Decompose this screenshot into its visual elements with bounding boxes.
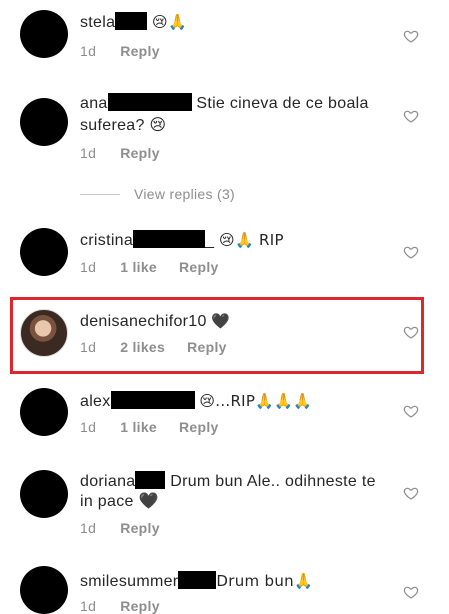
- comment-line: alex 😢...RIP🙏🙏🙏: [80, 391, 400, 412]
- comment-line: denisanechifor10 🖤: [80, 311, 400, 332]
- reply-button[interactable]: Reply: [120, 145, 160, 161]
- comment-line: doriana Drum bun Ale.. odihneste te: [80, 471, 400, 492]
- username-suffix: _: [205, 232, 215, 249]
- comment-username[interactable]: stela: [80, 14, 115, 31]
- redacted-block: [107, 93, 192, 111]
- avatar[interactable]: [20, 10, 68, 58]
- heart-icon[interactable]: [403, 403, 419, 419]
- comment-text: Stie cineva de ce boala: [196, 95, 369, 112]
- heart-icon[interactable]: [403, 584, 419, 600]
- comment-line: smilesummer Drum bun🙏: [80, 571, 400, 592]
- likes-count[interactable]: 1 like: [120, 259, 157, 275]
- comment-text-line2: suferea? 😢: [80, 117, 167, 134]
- comment-text: Drum bun🙏: [216, 572, 313, 590]
- avatar[interactable]: [20, 228, 68, 276]
- comment-username[interactable]: smilesummer: [80, 573, 178, 590]
- avatar[interactable]: [20, 388, 68, 436]
- comment-text: 🖤: [211, 312, 231, 330]
- comment-meta: 1d Reply: [80, 598, 182, 614]
- avatar[interactable]: [20, 309, 68, 357]
- comment-meta: 1d 1 like Reply: [80, 259, 241, 275]
- avatar[interactable]: [20, 98, 68, 146]
- comment-username[interactable]: alex: [80, 393, 111, 410]
- highlight-box: [10, 297, 424, 374]
- redacted-block: [133, 230, 206, 248]
- comment-time: 1d: [80, 520, 97, 536]
- comment-text: 😢🙏 RIP: [219, 231, 284, 249]
- comment-text-line2: in pace 🖤: [80, 493, 159, 510]
- heart-icon[interactable]: [403, 485, 419, 501]
- reply-button[interactable]: Reply: [120, 520, 160, 536]
- comment-time: 1d: [80, 145, 97, 161]
- comment-username[interactable]: ana: [80, 95, 108, 112]
- reply-button[interactable]: Reply: [187, 339, 227, 355]
- comment-time: 1d: [80, 419, 97, 435]
- heart-icon[interactable]: [403, 28, 419, 44]
- heart-icon[interactable]: [403, 244, 419, 260]
- comment-time: 1d: [80, 598, 97, 614]
- comment-line: stela 😢🙏: [80, 12, 400, 33]
- heart-icon[interactable]: [403, 108, 419, 124]
- redacted-block: [178, 571, 217, 589]
- comment-time: 1d: [80, 259, 97, 275]
- comment-meta: 1d 1 like Reply: [80, 419, 241, 435]
- likes-count[interactable]: 1 like: [120, 419, 157, 435]
- comment-time: 1d: [80, 339, 97, 355]
- view-replies-label: View replies (3): [134, 186, 236, 202]
- comment-username[interactable]: denisanechifor10: [80, 313, 207, 330]
- reply-button[interactable]: Reply: [179, 259, 219, 275]
- comment-meta: 1d Reply: [80, 520, 182, 536]
- comment-line: cristina _ 😢🙏 RIP: [80, 230, 400, 251]
- redacted-block: [110, 391, 195, 409]
- comment-username[interactable]: cristina: [80, 232, 133, 249]
- heart-icon[interactable]: [403, 324, 419, 340]
- comment-text: Drum bun Ale.. odihneste te: [170, 473, 376, 490]
- likes-count[interactable]: 2 likes: [120, 339, 165, 355]
- reply-button[interactable]: Reply: [179, 419, 219, 435]
- comment-username[interactable]: doriana: [80, 473, 135, 490]
- view-replies-button[interactable]: View replies (3): [80, 186, 235, 202]
- comment-text: 😢...RIP🙏🙏🙏: [199, 392, 313, 410]
- comment-text: 😢🙏: [152, 13, 187, 31]
- avatar[interactable]: [20, 566, 68, 614]
- redacted-block: [115, 12, 148, 30]
- comment-line: ana Stie cineva de ce boala: [80, 93, 400, 114]
- avatar[interactable]: [20, 470, 68, 518]
- reply-button[interactable]: Reply: [120, 43, 160, 59]
- reply-button[interactable]: Reply: [120, 598, 160, 614]
- comment-time: 1d: [80, 43, 97, 59]
- redacted-block: [135, 471, 166, 489]
- comment-meta: 1d Reply: [80, 43, 182, 59]
- comment-meta: 1d Reply: [80, 145, 182, 161]
- comment-meta: 1d 2 likes Reply: [80, 339, 249, 355]
- divider: [80, 193, 120, 195]
